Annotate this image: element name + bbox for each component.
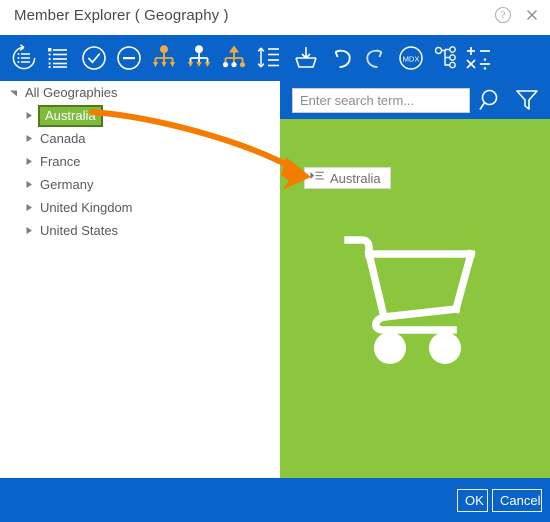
close-icon[interactable] (522, 5, 542, 25)
sort-order-icon[interactable] (251, 40, 287, 76)
triangle-right-icon[interactable] (20, 111, 36, 120)
cancel-button[interactable]: Cancel (492, 489, 542, 512)
undo-icon[interactable] (323, 40, 359, 76)
shopping-cart-icon (340, 229, 490, 364)
svg-text:MDX: MDX (403, 54, 420, 63)
tree-node-australia[interactable]: Australia (0, 104, 280, 127)
magnifier-icon[interactable] (476, 85, 506, 115)
triangle-right-icon[interactable] (20, 203, 36, 212)
tree-node-united-kingdom[interactable]: United Kingdom (0, 196, 280, 219)
tree-node-root[interactable]: All Geographies (0, 81, 280, 104)
member-tree[interactable]: All Geographies Australia Canada France … (0, 81, 280, 478)
selected-member-chip[interactable]: Australia (304, 167, 391, 189)
tree-node-label: Germany (40, 177, 94, 192)
redo-icon[interactable] (358, 40, 394, 76)
tree-node-label: All Geographies (25, 85, 118, 100)
title-bar-actions: ? (493, 5, 542, 25)
search-bar (280, 81, 550, 119)
dialog-footer: OK Cancel (0, 478, 550, 522)
save-set-icon[interactable] (288, 40, 324, 76)
uncheck-all-icon[interactable] (111, 40, 147, 76)
member-list-icon (310, 169, 325, 187)
tree-node-label: United Kingdom (40, 200, 133, 215)
tree-node-label: France (40, 154, 81, 169)
mdx-icon[interactable]: MDX (393, 40, 429, 76)
expand-children-icon[interactable] (146, 40, 182, 76)
selected-members-dropzone[interactable]: Australia (280, 119, 550, 478)
chip-label: Australia (330, 170, 381, 186)
tree-node-label: United States (40, 223, 119, 238)
help-circle-icon[interactable]: ? (493, 5, 513, 25)
funnel-filter-icon[interactable] (512, 85, 542, 115)
check-all-icon[interactable] (76, 40, 112, 76)
triangle-right-icon[interactable] (20, 180, 36, 189)
list-members-icon[interactable] (41, 40, 77, 76)
ok-button[interactable]: OK (457, 489, 488, 512)
title-bar: Member Explorer ( Geography ) ? (0, 0, 550, 35)
svg-text:?: ? (501, 11, 506, 22)
tree-node-label: Australia (38, 104, 103, 127)
triangle-down-icon[interactable] (5, 88, 21, 97)
tree-node-france[interactable]: France (0, 150, 280, 173)
toolbar: MDX (0, 35, 550, 81)
tree-node-germany[interactable]: Germany (0, 173, 280, 196)
tree-node-canada[interactable]: Canada (0, 127, 280, 150)
tree-node-label: Canada (40, 131, 86, 146)
page-title: Member Explorer ( Geography ) (14, 7, 229, 24)
triangle-right-icon[interactable] (20, 134, 36, 143)
select-ancestors-icon[interactable] (216, 40, 252, 76)
triangle-right-icon[interactable] (20, 157, 36, 166)
hierarchy-nodes-icon[interactable] (428, 40, 464, 76)
triangle-right-icon[interactable] (20, 226, 36, 235)
tree-node-united-states[interactable]: United States (0, 219, 280, 242)
reload-members-icon[interactable] (6, 40, 42, 76)
calculation-icon[interactable] (461, 40, 497, 76)
select-descendants-icon[interactable] (181, 40, 217, 76)
search-input[interactable] (292, 87, 470, 113)
